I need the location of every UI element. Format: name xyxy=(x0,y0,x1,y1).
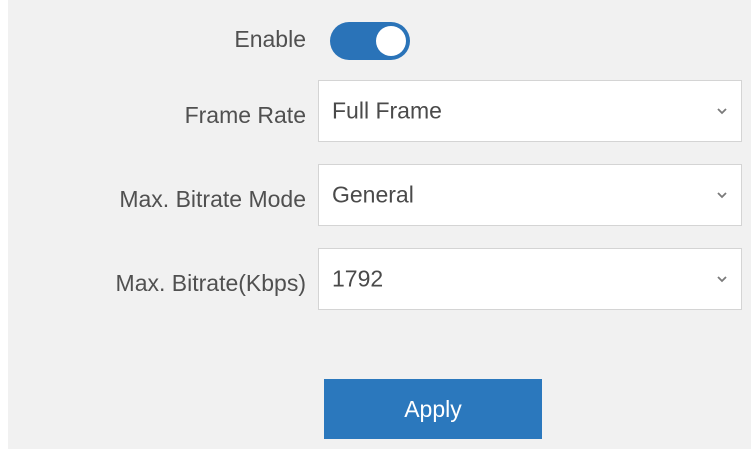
max-bitrate-mode-select[interactable]: General xyxy=(318,164,742,226)
frame-rate-value: Full Frame xyxy=(332,97,442,124)
enable-toggle[interactable] xyxy=(330,22,410,60)
frame-rate-select[interactable]: Full Frame xyxy=(318,80,742,142)
enable-label: Enable xyxy=(234,26,306,52)
max-bitrate-value: 1792 xyxy=(332,265,384,292)
chevron-down-icon xyxy=(717,108,727,115)
max-bitrate-label: Max. Bitrate(Kbps) xyxy=(115,270,306,296)
chevron-down-icon xyxy=(717,276,727,283)
frame-rate-label: Frame Rate xyxy=(184,102,306,128)
chevron-down-icon xyxy=(717,192,727,199)
toggle-knob xyxy=(376,26,406,56)
max-bitrate-select[interactable]: 1792 xyxy=(318,248,742,310)
apply-button[interactable]: Apply xyxy=(324,379,542,439)
max-bitrate-mode-value: General xyxy=(332,181,414,208)
max-bitrate-mode-label: Max. Bitrate Mode xyxy=(119,186,306,212)
